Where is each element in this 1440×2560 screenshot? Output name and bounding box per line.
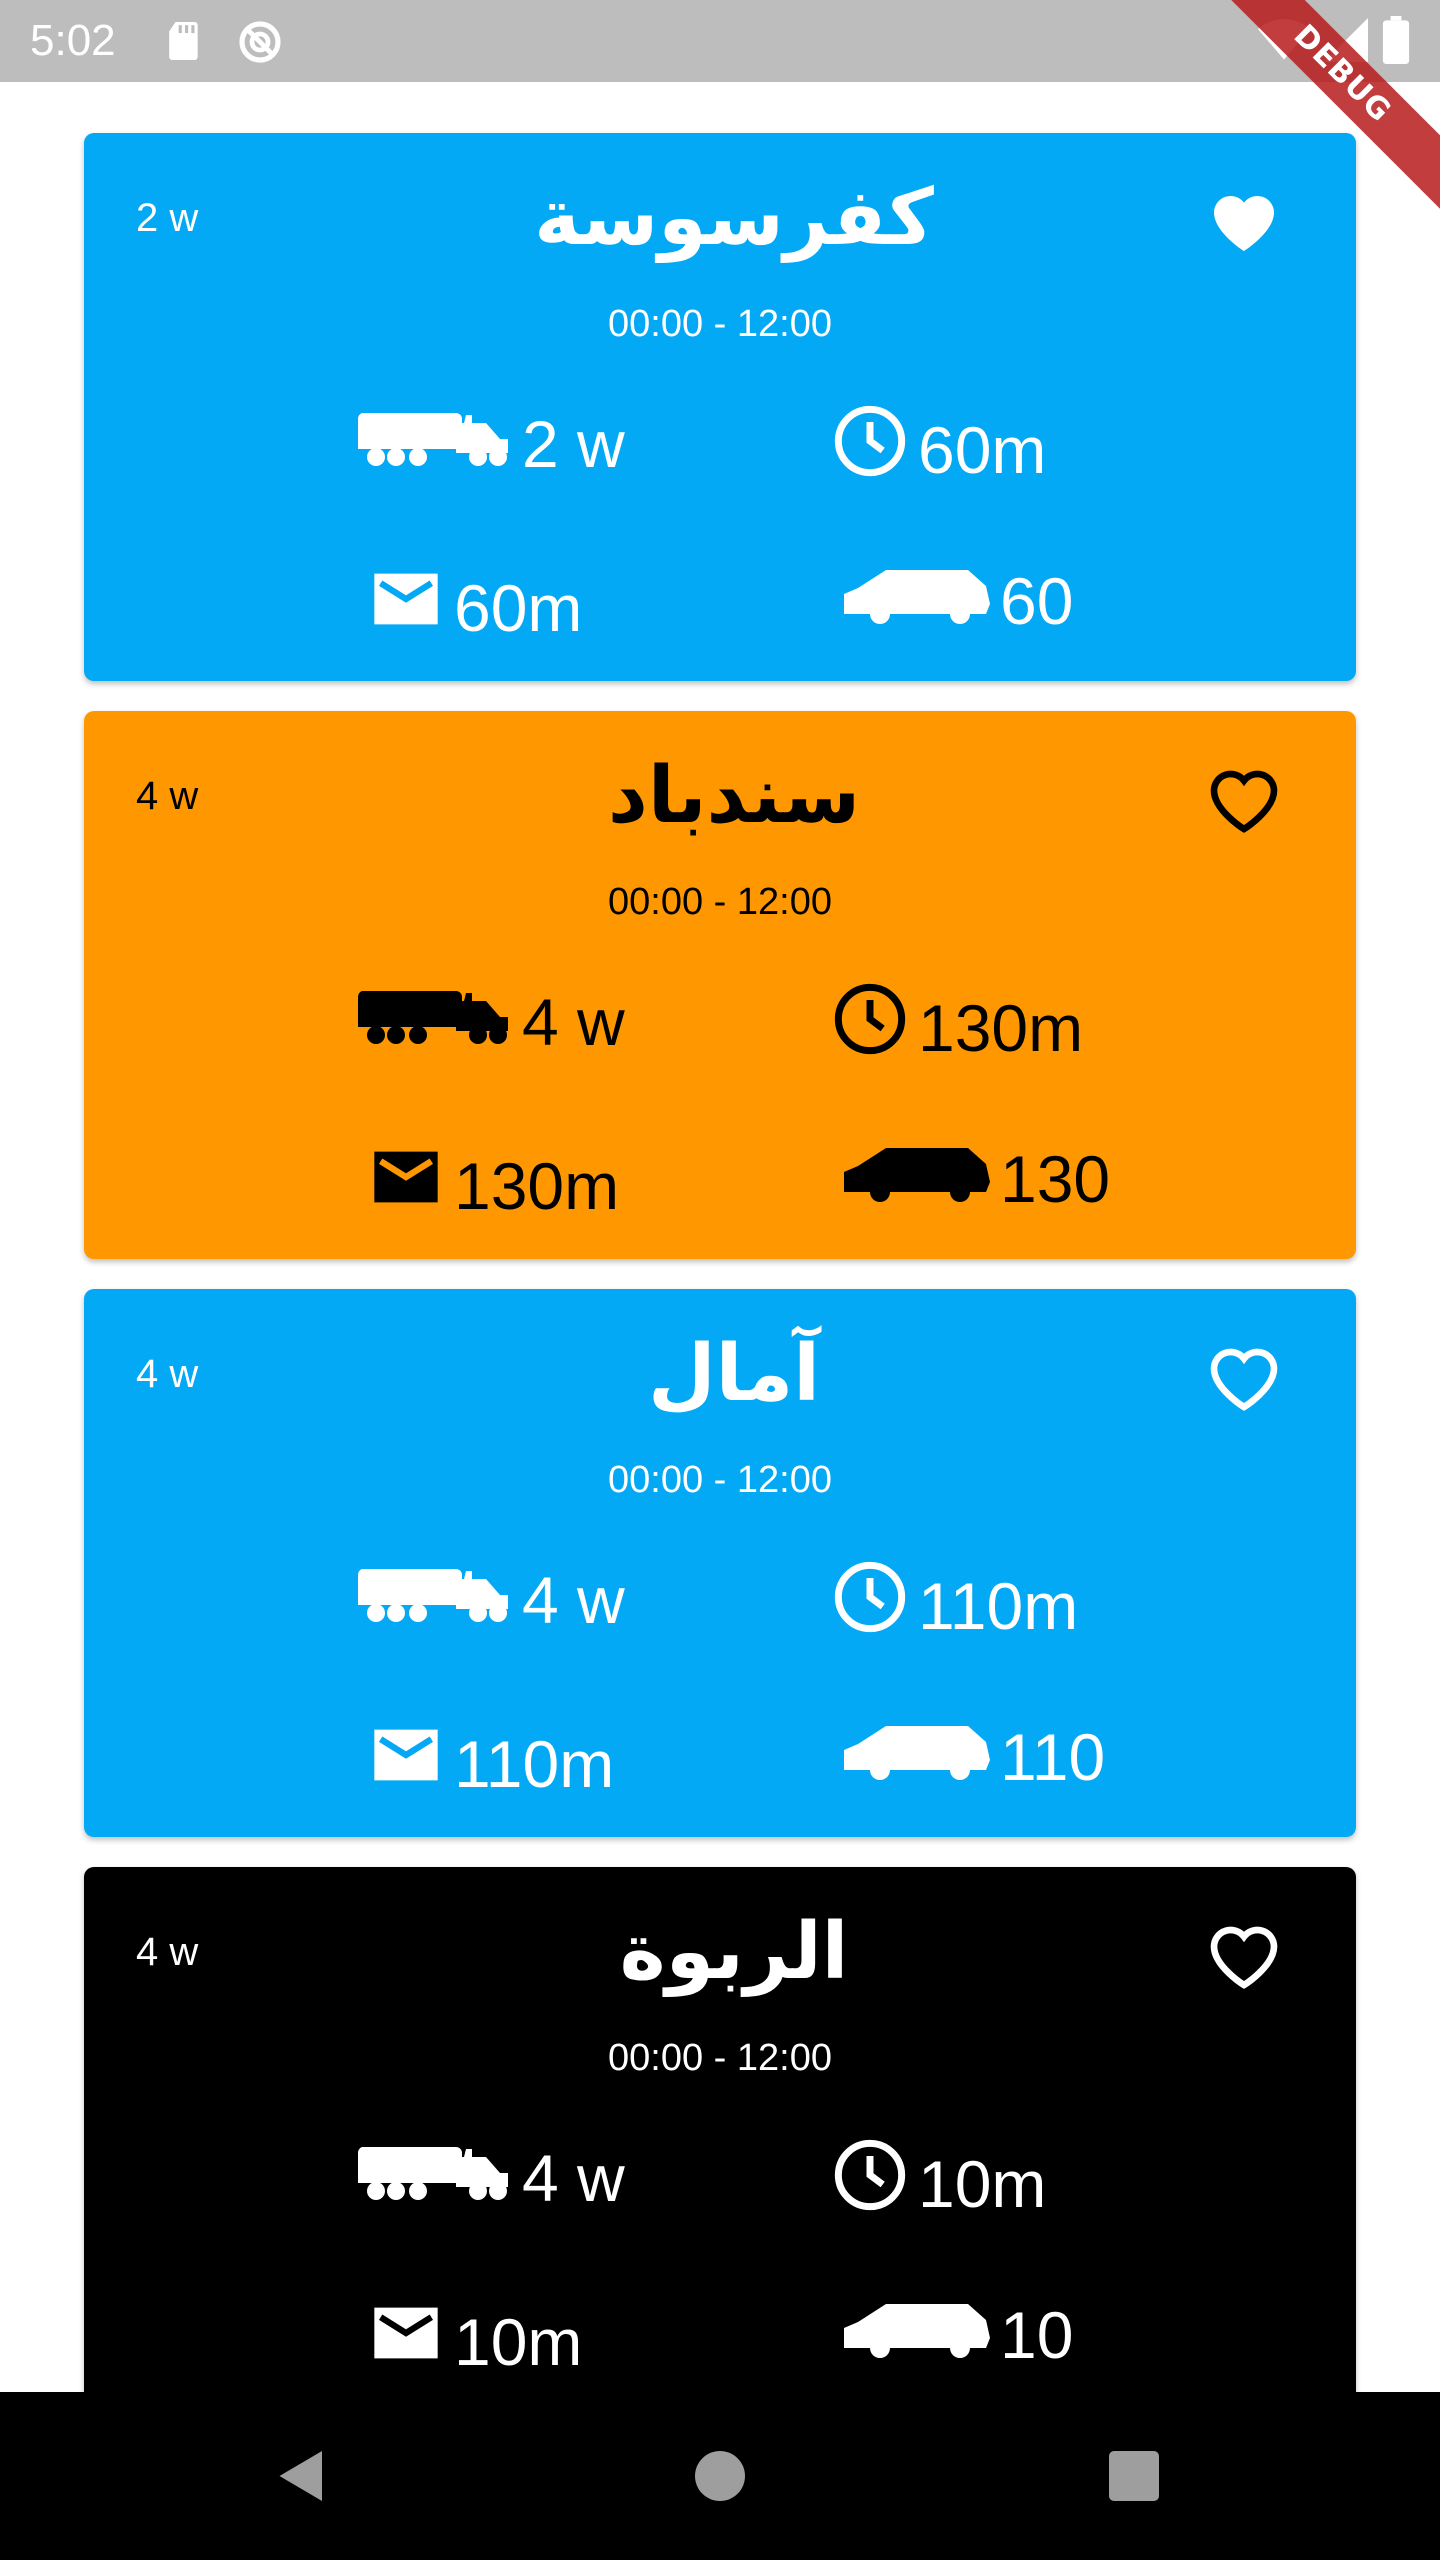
- clock-value: 130m: [918, 990, 1084, 1065]
- truck-stat: 4 w: [356, 1559, 625, 1640]
- mail-value: 60m: [454, 570, 583, 645]
- area-list[interactable]: 2 w كفرسوسة 00:00 - 12:00 2 w 60m 60m 60…: [84, 133, 1356, 2445]
- mail-icon: [368, 561, 444, 654]
- card-badge: 4 w: [136, 774, 199, 818]
- truck-stat: 4 w: [356, 981, 625, 1062]
- recents-button[interactable]: [1104, 2446, 1164, 2506]
- clock-stat: 60m: [832, 403, 1046, 496]
- car-stat: 110: [842, 1717, 1105, 1797]
- mail-stat: 10m: [368, 2295, 582, 2388]
- truck-stat: 4 w: [356, 2137, 625, 2218]
- car-value: 60: [1000, 564, 1074, 638]
- navigation-bar: [0, 2392, 1440, 2560]
- battery-icon: [1382, 16, 1410, 68]
- card-title: كفرسوسة: [534, 173, 934, 263]
- heart-icon: [1204, 1348, 1284, 1421]
- mail-value: 130m: [454, 1148, 620, 1223]
- area-card-0[interactable]: 2 w كفرسوسة 00:00 - 12:00 2 w 60m 60m 60: [84, 133, 1356, 681]
- truck-icon: [356, 1559, 512, 1640]
- favorite-button[interactable]: [1204, 759, 1284, 839]
- home-button[interactable]: [690, 2446, 750, 2506]
- clock-value: 110m: [918, 1568, 1079, 1643]
- truck-value: 2 w: [522, 406, 625, 481]
- card-hours: 00:00 - 12:00: [608, 881, 832, 923]
- clock-value: 60m: [918, 412, 1047, 487]
- card-hours: 00:00 - 12:00: [608, 303, 832, 345]
- card-title: سندباد: [607, 751, 861, 841]
- heart-icon: [1204, 195, 1284, 265]
- clock-stat: 110m: [832, 1559, 1078, 1652]
- back-icon: [272, 2451, 332, 2510]
- car-icon: [842, 561, 990, 641]
- card-badge: 2 w: [136, 196, 199, 240]
- card-hours: 00:00 - 12:00: [608, 1459, 832, 1501]
- truck-value: 4 w: [522, 2140, 625, 2215]
- mail-value: 10m: [454, 2304, 583, 2379]
- clock-icon: [832, 2137, 908, 2230]
- card-title: الربوة: [619, 1907, 849, 1997]
- area-card-2[interactable]: 4 w آمال 00:00 - 12:00 4 w 110m 110m 110: [84, 1289, 1356, 1837]
- card-hours: 00:00 - 12:00: [608, 2037, 832, 2079]
- truck-value: 4 w: [522, 984, 625, 1059]
- sd-card-icon: [166, 18, 204, 68]
- heart-icon: [1204, 770, 1284, 843]
- clock-icon: [832, 1559, 908, 1652]
- truck-value: 4 w: [522, 1562, 625, 1637]
- car-value: 10: [1000, 2298, 1074, 2372]
- truck-icon: [356, 2137, 512, 2218]
- clock-stat: 10m: [832, 2137, 1046, 2230]
- car-icon: [842, 1139, 990, 1219]
- heart-icon: [1204, 1926, 1284, 1999]
- car-stat: 130: [842, 1139, 1110, 1219]
- car-value: 110: [1000, 1720, 1106, 1794]
- recents-icon: [1104, 2451, 1164, 2510]
- truck-icon: [356, 981, 512, 1062]
- card-badge: 4 w: [136, 1930, 199, 1974]
- clock-icon: [832, 981, 908, 1074]
- area-card-1[interactable]: 4 w سندباد 00:00 - 12:00 4 w 130m 130m 1…: [84, 711, 1356, 1259]
- truck-icon: [356, 403, 512, 484]
- car-stat: 60: [842, 561, 1073, 641]
- status-time: 5:02: [30, 16, 116, 65]
- area-card-3[interactable]: 4 w الربوة 00:00 - 12:00 4 w 10m 10m 10: [84, 1867, 1356, 2415]
- car-value: 130: [1000, 1142, 1111, 1216]
- truck-stat: 2 w: [356, 403, 625, 484]
- clock-stat: 130m: [832, 981, 1083, 1074]
- sync-icon: [236, 18, 284, 70]
- back-button[interactable]: [272, 2446, 332, 2506]
- favorite-button[interactable]: [1204, 181, 1284, 261]
- card-title: آمال: [648, 1329, 820, 1419]
- mail-icon: [368, 2295, 444, 2388]
- car-icon: [842, 1717, 990, 1797]
- mail-icon: [368, 1139, 444, 1232]
- card-badge: 4 w: [136, 1352, 199, 1396]
- mail-stat: 130m: [368, 1139, 619, 1232]
- mail-icon: [368, 1717, 444, 1810]
- favorite-button[interactable]: [1204, 1915, 1284, 1995]
- clock-value: 10m: [918, 2146, 1047, 2221]
- car-icon: [842, 2295, 990, 2375]
- status-bar: 5:02: [0, 0, 1440, 82]
- mail-stat: 110m: [368, 1717, 614, 1810]
- home-icon: [690, 2451, 750, 2510]
- car-stat: 10: [842, 2295, 1073, 2375]
- favorite-button[interactable]: [1204, 1337, 1284, 1417]
- mail-stat: 60m: [368, 561, 582, 654]
- mail-value: 110m: [454, 1726, 615, 1801]
- clock-icon: [832, 403, 908, 496]
